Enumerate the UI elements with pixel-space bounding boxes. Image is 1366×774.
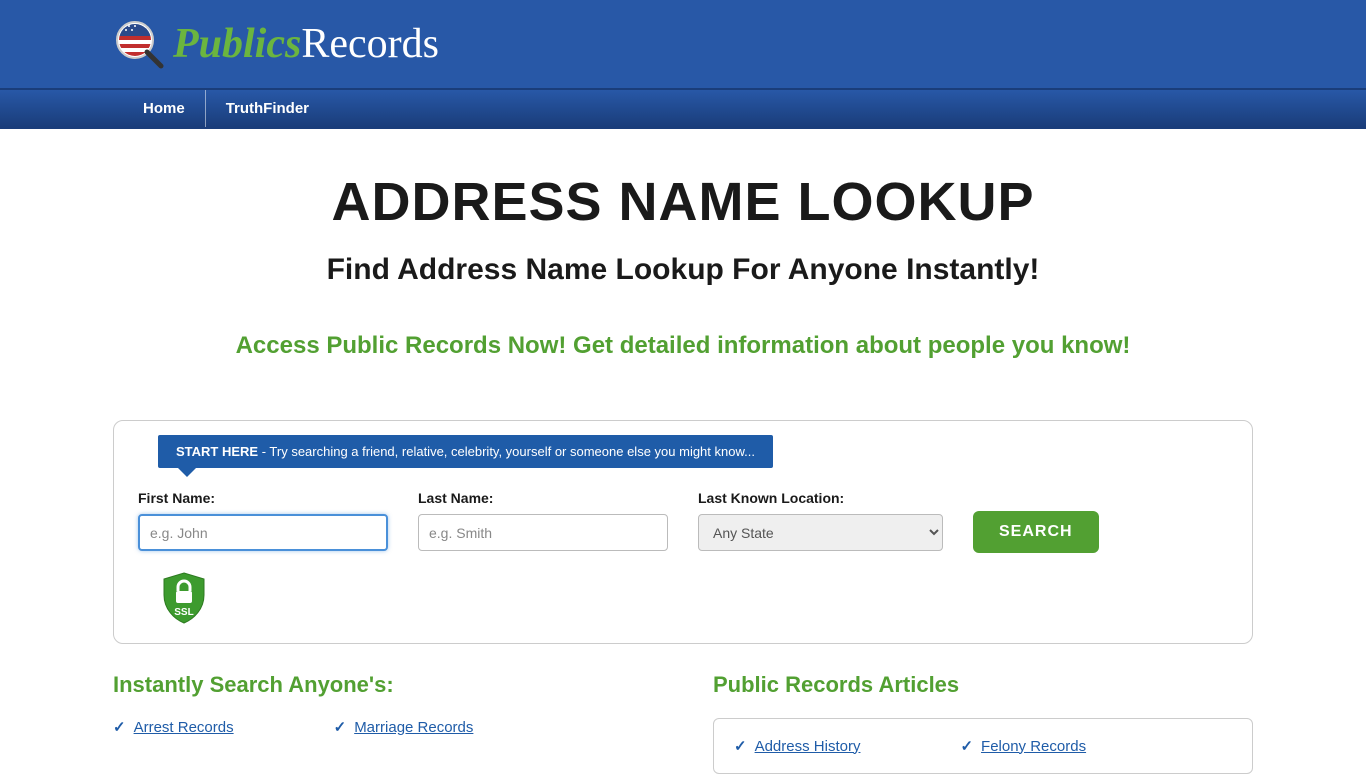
- link-marriage-records[interactable]: Marriage Records: [354, 719, 473, 736]
- link-felony-records[interactable]: Felony Records: [981, 738, 1086, 755]
- last-name-group: Last Name:: [418, 490, 668, 551]
- start-here-rest: - Try searching a friend, relative, cele…: [258, 444, 755, 459]
- link-address-history[interactable]: Address History: [755, 738, 861, 755]
- location-select[interactable]: Any State: [698, 514, 943, 551]
- left-link-col2: ✓ Marriage Records: [334, 718, 474, 736]
- svg-text:SSL: SSL: [174, 607, 193, 618]
- logo-text-part2: Records: [301, 21, 439, 67]
- nav-bar: Home TruthFinder: [0, 88, 1366, 129]
- tagline: Access Public Records Now! Get detailed …: [0, 332, 1366, 360]
- check-icon: ✓: [960, 737, 973, 755]
- nav-home[interactable]: Home: [113, 90, 205, 127]
- logo-icon: [113, 18, 165, 70]
- header: PublicsRecords: [0, 0, 1366, 88]
- left-link-col1: ✓ Arrest Records: [113, 718, 234, 736]
- location-group: Last Known Location: Any State: [698, 490, 943, 551]
- search-button[interactable]: SEARCH: [973, 511, 1099, 553]
- list-item: ✓ Marriage Records: [334, 718, 474, 736]
- list-item: ✓ Arrest Records: [113, 718, 234, 736]
- check-icon: ✓: [113, 718, 126, 736]
- ssl-badge-icon: SSL: [156, 569, 212, 625]
- page-title: ADDRESS NAME LOOKUP: [0, 171, 1366, 233]
- nav-inner: Home TruthFinder: [113, 90, 1253, 127]
- first-name-group: First Name:: [138, 490, 388, 551]
- search-box: START HERE - Try searching a friend, rel…: [113, 420, 1253, 644]
- start-here-bold: START HERE: [176, 444, 258, 459]
- first-name-label: First Name:: [138, 490, 388, 506]
- right-column: Public Records Articles ✓ Address Histor…: [713, 672, 1253, 774]
- logo-text-part1: Publics: [173, 21, 301, 67]
- check-icon: ✓: [734, 737, 747, 755]
- page-subtitle: Find Address Name Lookup For Anyone Inst…: [0, 253, 1366, 287]
- location-label: Last Known Location:: [698, 490, 943, 506]
- link-arrest-records[interactable]: Arrest Records: [134, 719, 234, 736]
- right-link-grid: ✓ Address History ✓ Felony Records: [713, 718, 1253, 774]
- right-link-col2: ✓ Felony Records: [960, 737, 1086, 755]
- last-name-label: Last Name:: [418, 490, 668, 506]
- list-item: ✓ Address History: [734, 737, 860, 755]
- left-col-title: Instantly Search Anyone's:: [113, 672, 653, 698]
- columns: Instantly Search Anyone's: ✓ Arrest Reco…: [113, 672, 1253, 774]
- form-row: First Name: Last Name: Last Known Locati…: [138, 490, 1228, 551]
- start-here-tip: START HERE - Try searching a friend, rel…: [158, 435, 773, 468]
- left-link-grid: ✓ Arrest Records ✓ Marriage Records: [113, 718, 653, 736]
- first-name-input[interactable]: [138, 514, 388, 551]
- last-name-input[interactable]: [418, 514, 668, 551]
- right-col-title: Public Records Articles: [713, 672, 1253, 698]
- logo-wrap: PublicsRecords: [113, 18, 1253, 70]
- right-link-col1: ✓ Address History: [734, 737, 860, 755]
- logo-text: PublicsRecords: [173, 20, 439, 68]
- check-icon: ✓: [334, 718, 347, 736]
- list-item: ✓ Felony Records: [960, 737, 1086, 755]
- left-column: Instantly Search Anyone's: ✓ Arrest Reco…: [113, 672, 653, 774]
- nav-truthfinder[interactable]: TruthFinder: [205, 90, 329, 127]
